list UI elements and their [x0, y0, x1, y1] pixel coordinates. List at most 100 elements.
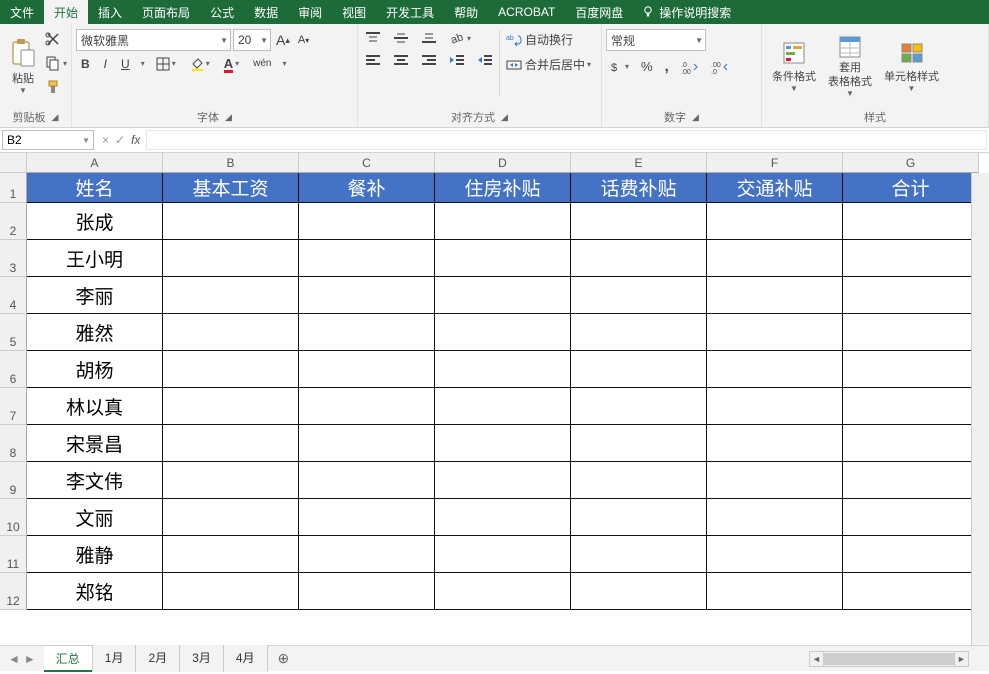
row-header-7[interactable]: 7 — [0, 388, 27, 425]
cell[interactable] — [571, 462, 707, 499]
sheet-tab[interactable]: 1月 — [93, 645, 137, 672]
hscroll-thumb[interactable] — [824, 653, 954, 665]
cell[interactable] — [163, 351, 299, 388]
cell[interactable] — [843, 573, 979, 610]
phonetic-button[interactable]: wén — [250, 57, 274, 70]
cell[interactable] — [435, 277, 571, 314]
formula-confirm-button[interactable]: ✓ — [115, 133, 125, 147]
cell[interactable]: 李文伟 — [27, 462, 163, 499]
header-cell[interactable]: 话费补贴 — [571, 173, 707, 203]
select-all-corner[interactable] — [0, 153, 27, 173]
cell[interactable] — [707, 425, 843, 462]
merge-center-button[interactable]: 合并后居中▾ — [503, 55, 594, 74]
cell[interactable] — [571, 388, 707, 425]
format-painter-button[interactable] — [42, 78, 70, 96]
col-header-G[interactable]: G — [843, 153, 979, 173]
font-dialog-launcher[interactable]: ◢ — [225, 112, 232, 123]
cell[interactable] — [435, 314, 571, 351]
cell[interactable] — [299, 536, 435, 573]
borders-button[interactable]: ▾ — [153, 56, 179, 72]
cell[interactable]: 李丽 — [27, 277, 163, 314]
col-header-D[interactable]: D — [435, 153, 571, 173]
format-as-table-button[interactable]: 套用 表格格式▼ — [822, 26, 878, 106]
cell[interactable]: 王小明 — [27, 240, 163, 277]
row-header-8[interactable]: 8 — [0, 425, 27, 462]
cell[interactable] — [571, 277, 707, 314]
new-sheet-button[interactable]: ⊕ — [268, 650, 300, 667]
cell[interactable] — [163, 425, 299, 462]
cell[interactable] — [843, 499, 979, 536]
cell[interactable] — [843, 203, 979, 240]
cell[interactable]: 文丽 — [27, 499, 163, 536]
tell-me-search[interactable]: 操作说明搜索 — [641, 4, 731, 21]
cell[interactable] — [163, 240, 299, 277]
cell[interactable] — [843, 277, 979, 314]
col-header-C[interactable]: C — [299, 153, 435, 173]
row-header-9[interactable]: 9 — [0, 462, 27, 499]
cell[interactable] — [163, 388, 299, 425]
alignment-dialog-launcher[interactable]: ◢ — [501, 112, 508, 123]
fill-color-button[interactable]: ▾ — [187, 56, 213, 72]
vertical-scrollbar[interactable] — [971, 173, 989, 645]
cell[interactable] — [163, 573, 299, 610]
increase-decimal-button[interactable]: .0.00 — [678, 59, 702, 75]
comma-button[interactable]: , — [662, 57, 672, 76]
cell[interactable]: 宋景昌 — [27, 425, 163, 462]
align-center-button[interactable] — [390, 52, 412, 68]
row-header-12[interactable]: 12 — [0, 573, 27, 610]
sheet-tab[interactable]: 汇总 — [44, 645, 93, 673]
cell[interactable] — [299, 277, 435, 314]
align-right-button[interactable] — [418, 52, 440, 68]
header-cell[interactable]: 住房补贴 — [435, 173, 571, 203]
cell[interactable] — [843, 240, 979, 277]
cell[interactable] — [843, 314, 979, 351]
menu-tab-file[interactable]: 文件 — [0, 0, 44, 24]
menu-tab-review[interactable]: 审阅 — [288, 0, 332, 24]
font-color-button[interactable]: A▾ — [221, 55, 242, 72]
col-header-E[interactable]: E — [571, 153, 707, 173]
increase-indent-button[interactable] — [474, 52, 496, 68]
hscroll-left[interactable]: ◄ — [810, 652, 824, 666]
cell[interactable] — [163, 536, 299, 573]
fx-button[interactable]: fx — [131, 133, 140, 147]
cell[interactable] — [571, 573, 707, 610]
bold-button[interactable]: B — [78, 56, 93, 72]
header-cell[interactable]: 合计 — [843, 173, 979, 203]
clipboard-dialog-launcher[interactable]: ◢ — [52, 112, 59, 123]
cell[interactable] — [843, 351, 979, 388]
align-top-button[interactable] — [362, 30, 384, 46]
cell[interactable] — [707, 277, 843, 314]
percent-button[interactable]: % — [638, 58, 656, 75]
copy-button[interactable]: ▾ — [42, 54, 70, 72]
cell[interactable] — [163, 277, 299, 314]
cell[interactable] — [707, 351, 843, 388]
horizontal-scrollbar[interactable]: ◄ ► — [809, 651, 969, 667]
cell[interactable] — [707, 536, 843, 573]
cell[interactable]: 雅静 — [27, 536, 163, 573]
cell-styles-button[interactable]: 单元格样式▼ — [878, 26, 945, 106]
align-bottom-button[interactable] — [418, 30, 440, 46]
row-header-5[interactable]: 5 — [0, 314, 27, 351]
header-cell[interactable]: 交通补贴 — [707, 173, 843, 203]
decrease-decimal-button[interactable]: .00.0 — [708, 59, 732, 75]
cell[interactable] — [571, 536, 707, 573]
cell[interactable] — [435, 388, 571, 425]
cell[interactable] — [299, 240, 435, 277]
spreadsheet-grid[interactable]: ABCDEFG 123456789101112 姓名基本工资餐补住房补贴话费补贴… — [0, 153, 989, 645]
cell[interactable] — [163, 314, 299, 351]
header-cell[interactable]: 基本工资 — [163, 173, 299, 203]
row-header-3[interactable]: 3 — [0, 240, 27, 277]
cell[interactable] — [299, 203, 435, 240]
cell[interactable] — [707, 203, 843, 240]
underline-button[interactable]: U — [118, 56, 133, 72]
sheet-tab[interactable]: 4月 — [224, 645, 268, 672]
col-header-F[interactable]: F — [707, 153, 843, 173]
menu-tab-help[interactable]: 帮助 — [444, 0, 488, 24]
cell[interactable] — [571, 351, 707, 388]
cell[interactable] — [299, 499, 435, 536]
cell[interactable] — [299, 388, 435, 425]
cell[interactable]: 胡杨 — [27, 351, 163, 388]
cell[interactable] — [571, 203, 707, 240]
menu-tab-home[interactable]: 开始 — [44, 0, 88, 24]
cell[interactable] — [707, 573, 843, 610]
